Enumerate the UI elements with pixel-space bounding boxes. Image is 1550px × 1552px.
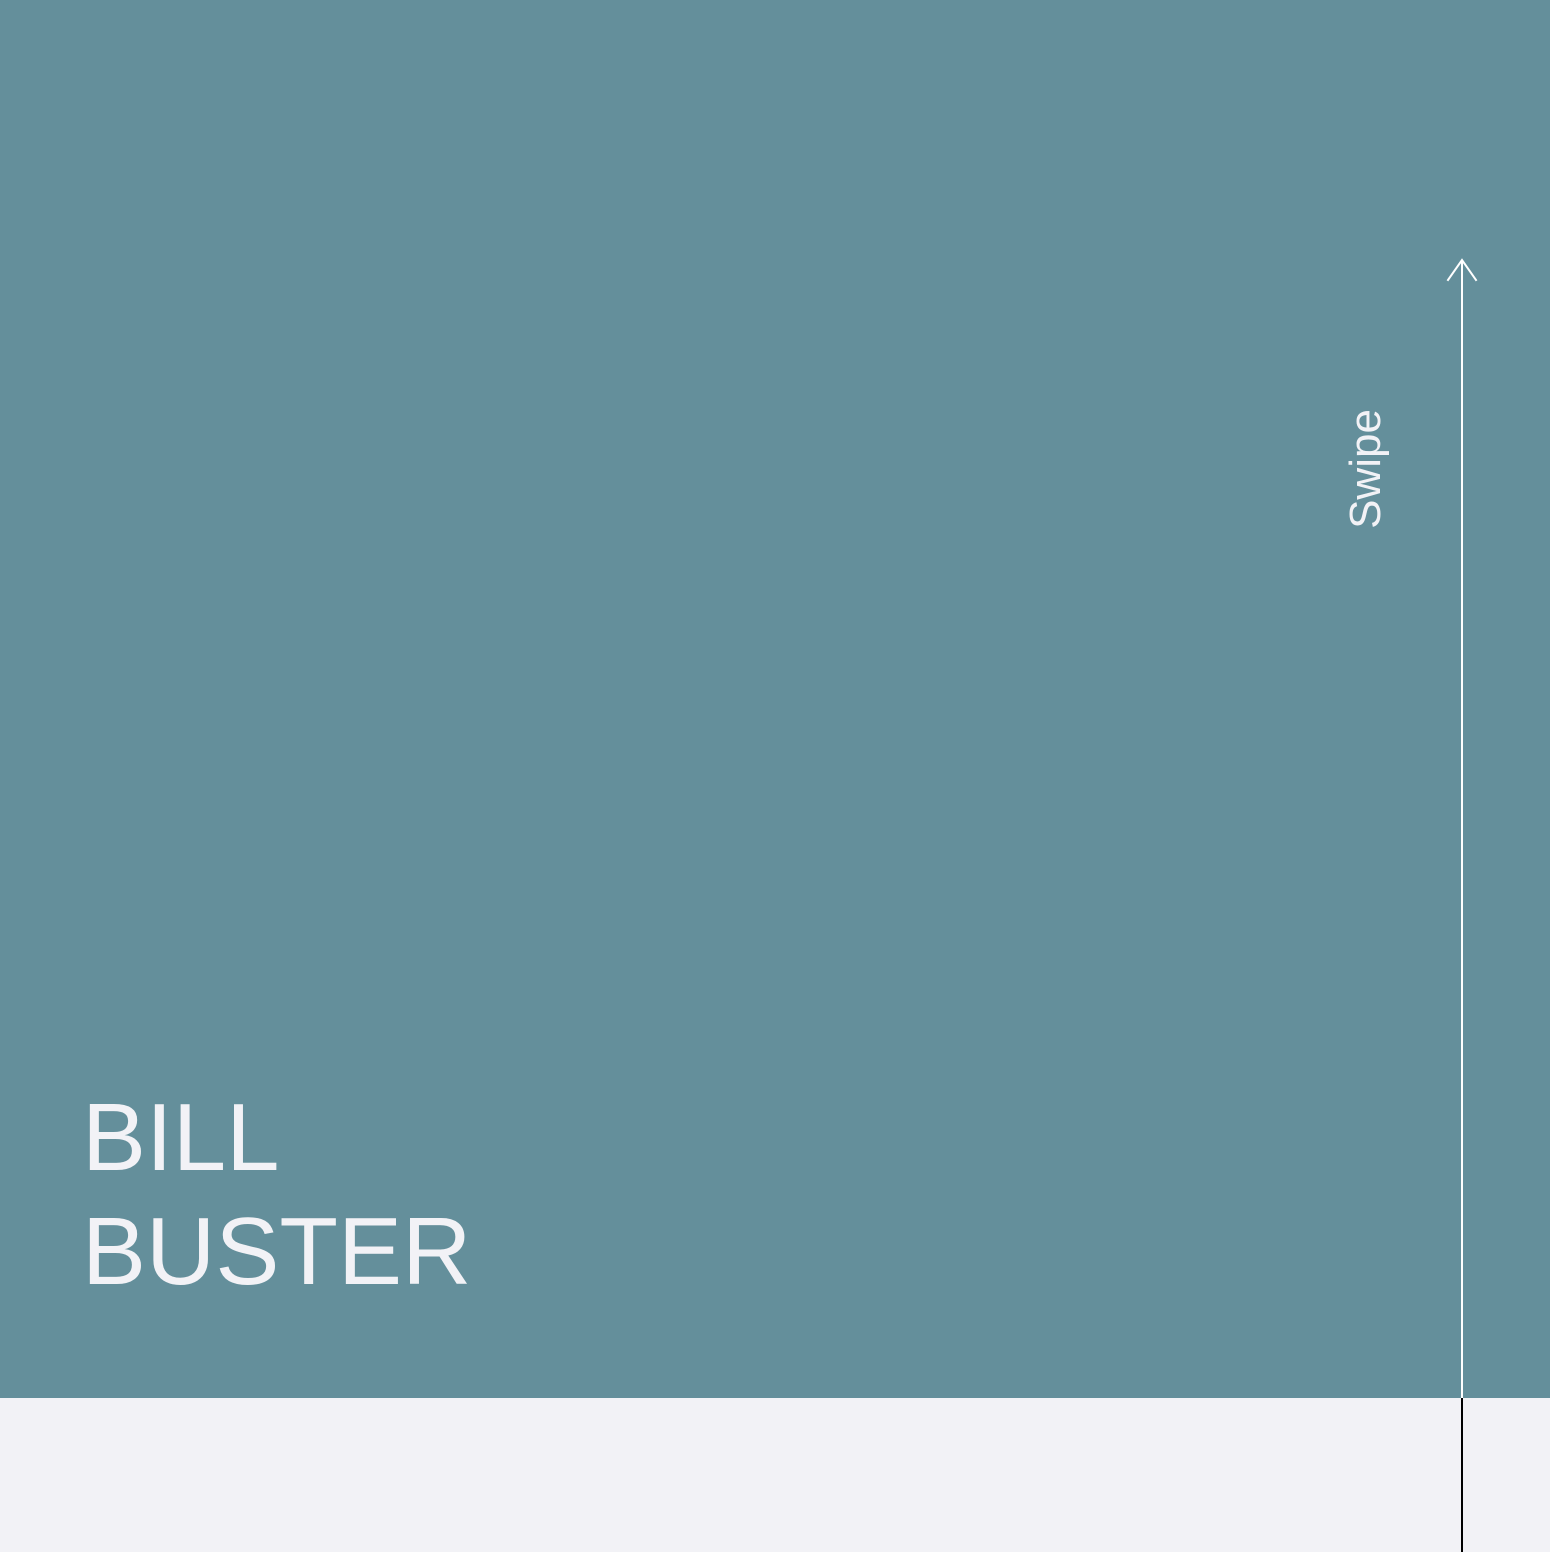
app-title-line-2: BUSTER [82,1198,472,1305]
hero-section[interactable]: BILL BUSTER Swipe [0,0,1550,1398]
swipe-up-arrow-icon[interactable] [1440,250,1484,1552]
swipe-label: Swipe [1341,409,1390,529]
bottom-panel [0,1398,1550,1552]
app-title-line-1: BILL [82,1084,280,1191]
app-title: BILL BUSTER [82,1081,471,1309]
